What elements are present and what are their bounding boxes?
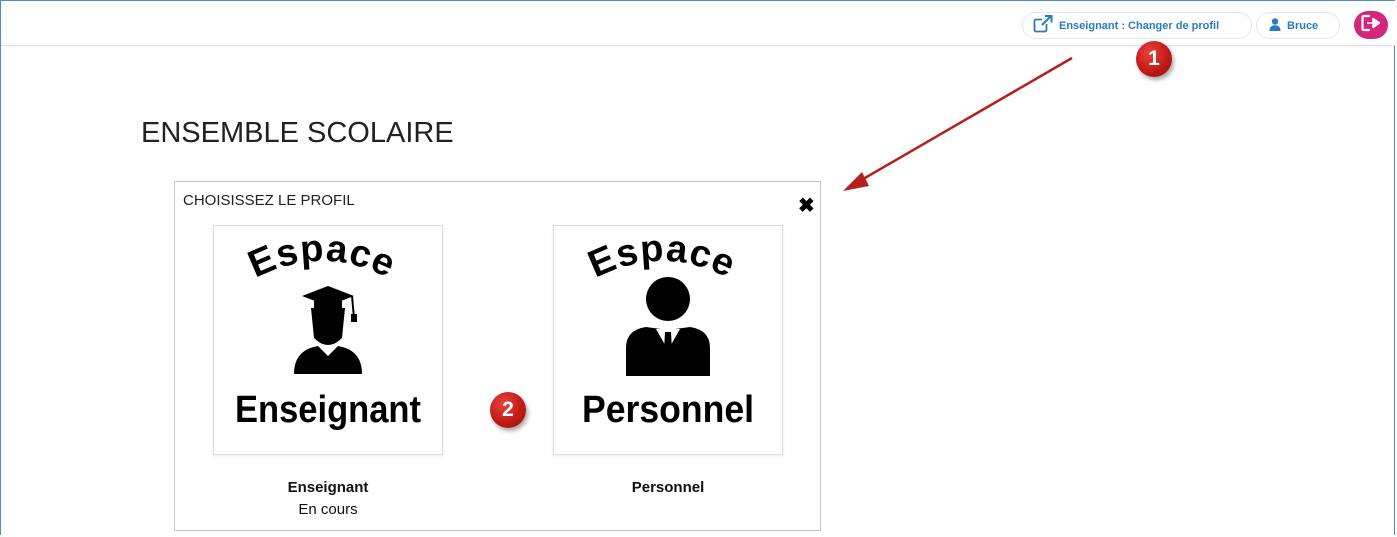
- enseignant-image: Espace Enseignant: [235, 228, 421, 431]
- image-top-text: Espace: [242, 228, 401, 287]
- profile-status-enseignant: En cours: [298, 501, 358, 518]
- close-icon[interactable]: ✖: [798, 196, 816, 216]
- svg-text:Espace: Espace: [582, 228, 742, 287]
- image-top-text: Espace: [582, 228, 741, 287]
- svg-text:Espace: Espace: [242, 228, 402, 287]
- image-bottom-text: Personnel: [582, 389, 754, 431]
- profile-card-enseignant[interactable]: Espace Enseignant: [213, 225, 443, 455]
- personnel-image: Espace Personnel: [582, 228, 754, 431]
- page-title: ENSEMBLE SCOLAIRE: [141, 117, 454, 149]
- annotation-marker-2: 2: [490, 392, 526, 428]
- image-bottom-text: Enseignant: [235, 389, 421, 431]
- dialog-title: CHOISISSEZ LE PROFIL: [183, 192, 355, 209]
- profile-card-personnel[interactable]: Espace Personnel: [553, 225, 783, 455]
- profile-chooser-dialog: CHOISISSEZ LE PROFIL ✖ Espace Enseignant: [174, 181, 821, 531]
- profile-name-enseignant[interactable]: Enseignant: [213, 479, 443, 496]
- profile-name-personnel[interactable]: Personnel: [553, 479, 783, 496]
